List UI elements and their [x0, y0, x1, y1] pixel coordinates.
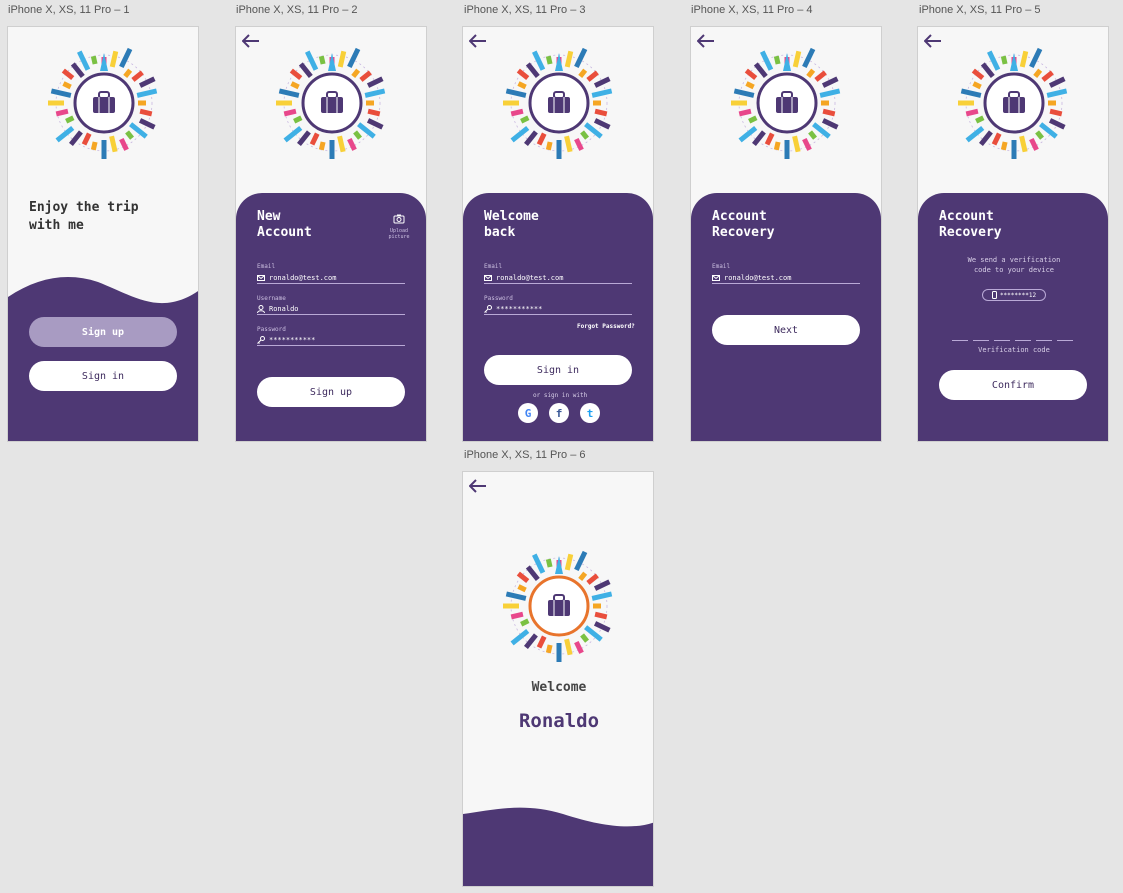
sheet-title: Account Recovery [712, 209, 775, 240]
upload-picture-button[interactable]: Upload picture [384, 209, 414, 240]
back-arrow-icon[interactable] [469, 479, 487, 493]
wave-background [463, 807, 653, 886]
verification-message: We send a verification code to your devi… [967, 256, 1061, 274]
travel-logo [731, 47, 843, 160]
forgot-password-link[interactable]: Forgot Password? [577, 323, 635, 330]
password-label: Password [257, 326, 286, 333]
user-name: Ronaldo [518, 710, 600, 732]
key-icon [257, 335, 265, 344]
otp-digit[interactable] [994, 337, 1010, 341]
twitter-icon[interactable]: t [580, 403, 600, 423]
email-label: Email [484, 263, 503, 270]
back-arrow-icon[interactable] [242, 34, 260, 48]
verification-code-label: Verification code [978, 346, 1050, 354]
artboard-label-4: iPhone X, XS, 11 Pro – 4 [691, 4, 813, 16]
artboard-label-2: iPhone X, XS, 11 Pro – 2 [236, 4, 358, 16]
google-icon[interactable]: G [518, 403, 538, 423]
suitcase-icon [958, 47, 1068, 160]
signin-submit-button[interactable]: Sign in [484, 355, 632, 385]
email-value: ronaldo@test.com [724, 273, 792, 282]
back-arrow-icon[interactable] [469, 34, 487, 48]
travel-logo [503, 47, 615, 160]
facebook-icon[interactable]: f [549, 403, 569, 423]
otp-digit[interactable] [973, 337, 989, 341]
otp-digit[interactable] [1036, 337, 1052, 341]
password-field[interactable]: *********** [484, 303, 632, 315]
password-field[interactable]: *********** [257, 334, 405, 346]
travel-logo [48, 47, 160, 160]
password-label: Password [484, 295, 513, 302]
back-arrow-icon[interactable] [924, 34, 942, 48]
artboard-label-5: iPhone X, XS, 11 Pro – 5 [919, 4, 1041, 16]
masked-phone-number: ********12 [982, 289, 1046, 301]
artboard-3-screen: Welcome back Email ronaldo@test.com Pass… [462, 26, 654, 442]
upload-picture-label: Upload picture [388, 228, 410, 240]
otp-digit[interactable] [1015, 337, 1031, 341]
username-label: Username [257, 295, 286, 302]
username-field[interactable]: Ronaldo [257, 303, 405, 315]
sheet-title: Account Recovery [939, 209, 1002, 240]
sheet-title: New Account [257, 209, 312, 240]
travel-logo-active [503, 550, 615, 663]
mail-icon [484, 274, 492, 281]
email-value: ronaldo@test.com [496, 273, 564, 282]
otp-digit[interactable] [952, 337, 968, 341]
artboard-2-screen: New Account Upload picture Email ronaldo… [235, 26, 427, 442]
email-field[interactable]: ronaldo@test.com [484, 272, 632, 284]
camera-icon [393, 214, 405, 224]
key-icon [484, 304, 492, 313]
artboard-label-3: iPhone X, XS, 11 Pro – 3 [464, 4, 586, 16]
phone-icon [991, 291, 997, 299]
signup-button[interactable]: Sign up [29, 317, 177, 347]
mail-icon [712, 274, 720, 281]
suitcase-icon [503, 47, 613, 160]
confirm-button[interactable]: Confirm [939, 370, 1087, 400]
verification-code-input[interactable] [952, 337, 1073, 341]
otp-digit[interactable] [1057, 337, 1073, 341]
email-label: Email [257, 263, 276, 270]
travel-logo [958, 47, 1070, 160]
next-button[interactable]: Next [712, 315, 860, 345]
suitcase-icon [731, 47, 841, 160]
signin-button[interactable]: Sign in [29, 361, 177, 391]
suitcase-icon [48, 47, 158, 160]
travel-logo [276, 47, 388, 160]
email-value: ronaldo@test.com [269, 273, 337, 282]
email-label: Email [712, 263, 731, 270]
sheet-title: Welcome back [484, 209, 539, 240]
artboard-1-screen: Enjoy the trip with me Sign up Sign in [7, 26, 199, 442]
user-icon [257, 304, 265, 313]
suitcase-icon [503, 550, 613, 663]
mail-icon [257, 274, 265, 281]
hero-text: Enjoy the trip with me [29, 200, 139, 233]
masked-phone-value: ********12 [999, 291, 1037, 299]
username-value: Ronaldo [269, 304, 299, 313]
signup-submit-button[interactable]: Sign up [257, 377, 405, 407]
artboard-6-screen: Welcome Ronaldo [462, 471, 654, 887]
email-field[interactable]: ronaldo@test.com [257, 272, 405, 284]
email-field[interactable]: ronaldo@test.com [712, 272, 860, 284]
wave-background [8, 277, 198, 441]
welcome-text: Welcome [531, 680, 587, 695]
password-value: *********** [269, 335, 316, 344]
suitcase-icon [276, 47, 386, 160]
artboard-4-screen: Account Recovery Email ronaldo@test.com … [690, 26, 882, 442]
back-arrow-icon[interactable] [697, 34, 715, 48]
artboard-label-1: iPhone X, XS, 11 Pro – 1 [8, 4, 130, 16]
artboard-label-6: iPhone X, XS, 11 Pro – 6 [464, 449, 586, 461]
or-sign-in-text: or sign in with [533, 392, 588, 399]
artboard-5-screen: Account Recovery We send a verification … [917, 26, 1109, 442]
password-value: *********** [496, 304, 543, 313]
